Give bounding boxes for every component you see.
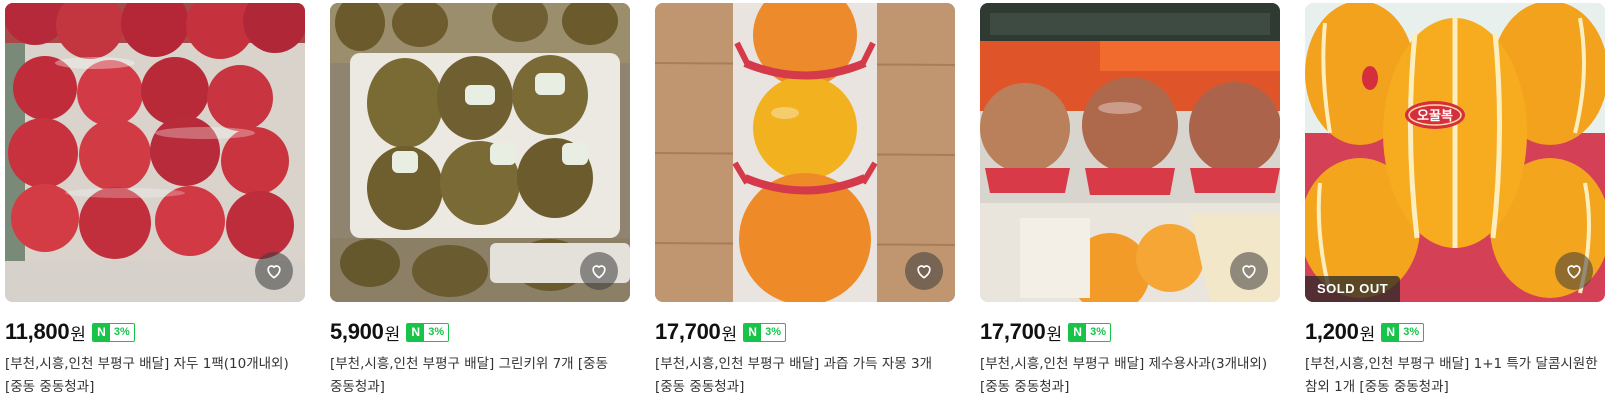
like-button[interactable] (1230, 252, 1268, 290)
heart-outline-icon (917, 265, 931, 279)
price-row: 11,800 원 N 3% (5, 319, 305, 345)
product-card[interactable]: 5,900 원 N 3% [부천,시흥,인천 부평구 배달] 그린키위 7개 [… (330, 3, 630, 399)
npay-rate: 3% (1090, 326, 1107, 338)
sold-out-badge: SOLD OUT (1305, 276, 1401, 302)
npay-point-badge: N 3% (91, 322, 135, 342)
product-card[interactable]: 17,700 원 N 3% [부천,시흥,인천 부평구 배달] 제수용사과(3개… (980, 3, 1280, 399)
heart-outline-icon (267, 265, 281, 279)
melon-sticker-text: 오꿀복 (1417, 109, 1453, 124)
price-row: 1,200 원 N 3% (1305, 319, 1605, 345)
npay-n-icon: N (1069, 323, 1087, 341)
product-title[interactable]: [부천,시흥,인천 부평구 배달] 그린키위 7개 [중동 중동청과] (330, 353, 626, 399)
price-amount: 5,900 (330, 319, 384, 344)
product-title[interactable]: [부천,시흥,인천 부평구 배달] 제수용사과(3개내외) [중동 중동청과] (980, 353, 1276, 399)
npay-point-badge: N 3% (406, 322, 450, 342)
product-title[interactable]: [부천,시흥,인천 부평구 배달] 1+1 특가 달콤시원한 참외 1개 [중동… (1305, 353, 1601, 399)
product-image-apple[interactable] (980, 3, 1280, 302)
price-row: 5,900 원 N 3% (330, 319, 630, 345)
like-button[interactable] (1555, 252, 1593, 290)
npay-rate: 3% (1403, 326, 1420, 338)
like-button[interactable] (255, 252, 293, 290)
npay-n-icon: N (744, 323, 762, 341)
heart-outline-icon (1242, 265, 1256, 279)
npay-n-icon: N (92, 323, 110, 341)
price-unit: 원 (1359, 324, 1376, 345)
product-card[interactable]: 11,800 원 N 3% [부천,시흥,인천 부평구 배달] 자두 1팩(10… (5, 3, 305, 399)
product-image-plum[interactable] (5, 3, 305, 302)
heart-outline-icon (592, 265, 606, 279)
product-card[interactable]: 17,700 원 N 3% [부천,시흥,인천 부평구 배달] 과즙 가득 자몽… (655, 3, 955, 399)
price-row: 17,700 원 N 3% (980, 319, 1280, 345)
price-unit: 원 (721, 324, 738, 345)
product-image-kiwi[interactable] (330, 3, 630, 302)
price-amount: 11,800 (5, 319, 70, 344)
product-image-grapefruit[interactable] (655, 3, 955, 302)
npay-rate: 3% (765, 326, 782, 338)
like-button[interactable] (905, 252, 943, 290)
npay-rate: 3% (428, 326, 445, 338)
price-unit: 원 (1046, 324, 1063, 345)
product-title[interactable]: [부천,시흥,인천 부평구 배달] 자두 1팩(10개내외) [중동 중동청과] (5, 353, 301, 399)
price-amount: 17,700 (655, 319, 721, 344)
product-card[interactable]: 오꿀복 SOLD OUT 1,200 원 N 3% [부천,시흥,인천 부평구 … (1305, 3, 1605, 399)
heart-outline-icon (1567, 265, 1581, 279)
npay-point-badge: N 3% (1381, 322, 1425, 342)
npay-rate: 3% (113, 326, 130, 338)
npay-point-badge: N 3% (1068, 322, 1112, 342)
product-image-korean-melon[interactable]: 오꿀복 SOLD OUT (1305, 3, 1605, 302)
price-unit: 원 (384, 324, 401, 345)
price-row: 17,700 원 N 3% (655, 319, 955, 345)
price-amount: 17,700 (980, 319, 1046, 344)
price-unit: 원 (70, 324, 86, 345)
product-grid: 11,800 원 N 3% [부천,시흥,인천 부평구 배달] 자두 1팩(10… (0, 0, 1609, 402)
product-title[interactable]: [부천,시흥,인천 부평구 배달] 과즙 가득 자몽 3개 [중동 중동청과] (655, 353, 951, 399)
npay-point-badge: N 3% (743, 322, 787, 342)
price-amount: 1,200 (1305, 319, 1359, 344)
like-button[interactable] (580, 252, 618, 290)
npay-n-icon: N (407, 323, 425, 341)
npay-n-icon: N (1382, 323, 1400, 341)
